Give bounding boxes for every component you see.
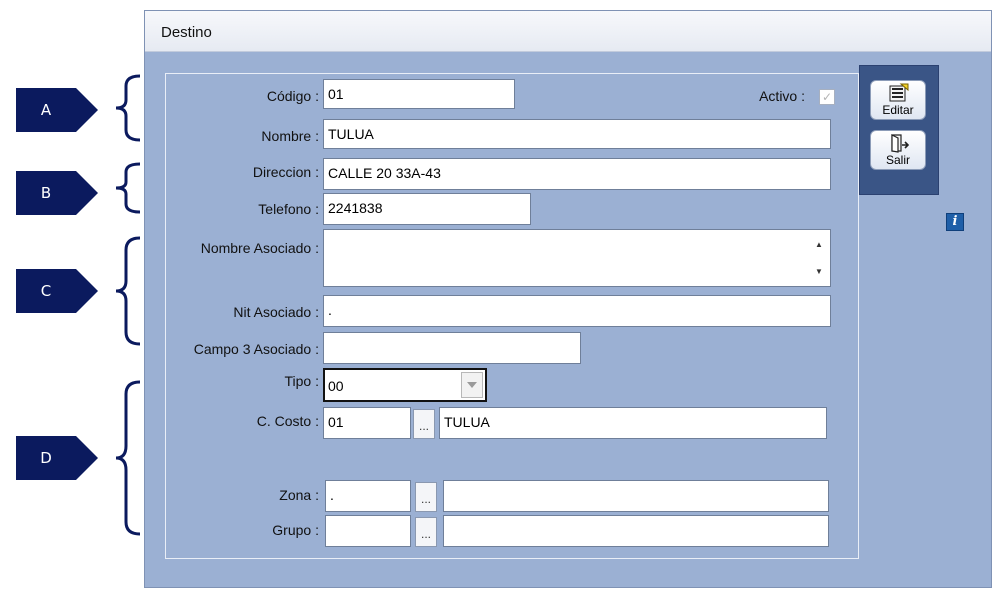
direccion-input[interactable]: CALLE 20 33A-43 <box>323 158 831 190</box>
zona-code-input[interactable]: . <box>325 480 411 512</box>
destino-window: Destino Código : 01 Activo : ✓ Nombre : … <box>144 10 992 588</box>
c-costo-label: C. Costo : <box>256 413 319 429</box>
callout-b: B <box>16 171 98 215</box>
nombre-input[interactable]: TULUA <box>323 119 831 149</box>
activo-label: Activo : <box>759 88 805 104</box>
edit-button-label: Editar <box>882 103 914 117</box>
nombre-asociado-label: Nombre Asociado : <box>200 240 319 256</box>
codigo-input[interactable]: 01 <box>323 79 515 109</box>
codigo-label: Código : <box>266 88 319 104</box>
nit-asociado-label: Nit Asociado : <box>233 304 319 320</box>
exit-button[interactable]: Salir <box>870 130 926 170</box>
exit-button-label: Salir <box>885 153 910 167</box>
campo3-asociado-input[interactable] <box>323 332 581 364</box>
scroll-up-icon[interactable]: ▲ <box>813 240 825 249</box>
edit-icon <box>889 83 909 102</box>
telefono-input[interactable]: 2241838 <box>323 193 531 225</box>
c-costo-code-input[interactable]: 01 <box>323 407 411 439</box>
activo-checkbox[interactable]: ✓ <box>819 89 835 105</box>
zona-label: Zona : <box>279 487 319 503</box>
nombre-asociado-textarea[interactable] <box>323 229 831 287</box>
grupo-label: Grupo : <box>272 522 319 538</box>
brace-c <box>115 236 141 346</box>
callout-a: A <box>16 88 98 132</box>
brace-b <box>115 162 141 214</box>
zona-lookup-button[interactable]: ... <box>415 482 437 512</box>
edit-button[interactable]: Editar <box>870 80 926 120</box>
grupo-code-input[interactable] <box>325 515 411 547</box>
zona-name-input[interactable] <box>443 480 829 512</box>
brace-d <box>115 380 141 536</box>
brace-a <box>115 74 141 142</box>
campo3-asociado-label: Campo 3 Asociado : <box>193 341 319 357</box>
grupo-lookup-button[interactable]: ... <box>415 517 437 547</box>
callout-c: C <box>16 269 98 313</box>
tipo-label: Tipo : <box>284 373 320 389</box>
nit-asociado-input[interactable]: . <box>323 295 831 327</box>
window-title: Destino <box>161 24 212 41</box>
c-costo-lookup-button[interactable]: ... <box>413 409 435 439</box>
chevron-down-icon <box>467 382 477 388</box>
scroll-down-icon[interactable]: ▼ <box>813 267 825 276</box>
title-bar: Destino <box>145 11 991 52</box>
info-icon[interactable]: i <box>946 213 964 231</box>
direccion-label: Direccion : <box>252 164 319 180</box>
grupo-name-input[interactable] <box>443 515 829 547</box>
exit-door-icon <box>891 134 909 153</box>
telefono-label: Telefono : <box>258 201 319 217</box>
callout-d: D <box>16 436 98 480</box>
action-toolbar: Editar Salir <box>859 65 939 195</box>
nombre-label: Nombre : <box>261 128 319 144</box>
c-costo-name-input[interactable]: TULUA <box>439 407 827 439</box>
tipo-dropdown-button[interactable] <box>461 372 483 398</box>
